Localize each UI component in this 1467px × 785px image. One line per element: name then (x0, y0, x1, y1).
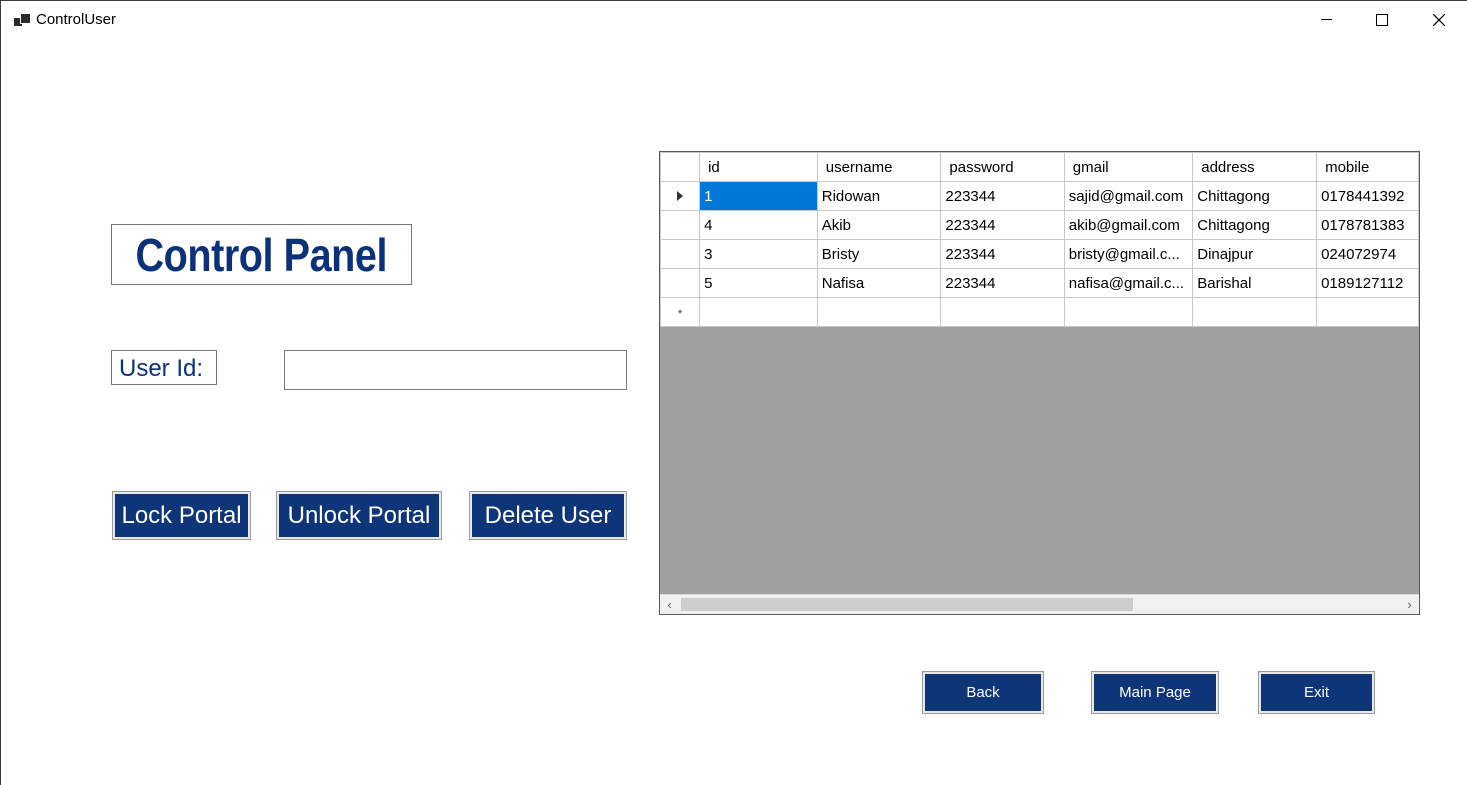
column-header-password[interactable]: password (940, 152, 1065, 182)
table-cell[interactable]: Chittagong (1192, 210, 1318, 240)
title-bar[interactable]: ControlUser (1, 1, 1467, 38)
new-row-cell[interactable] (1192, 297, 1318, 327)
table-cell[interactable]: 4 (699, 210, 818, 240)
new-row-cell[interactable] (1316, 297, 1419, 327)
back-button[interactable]: Back (922, 671, 1044, 714)
window-title: ControlUser (36, 11, 117, 28)
table-cell[interactable]: Nafisa (816, 268, 942, 298)
page-title: Control Panel (135, 228, 388, 281)
table-cell[interactable]: Chittagong (1192, 181, 1318, 211)
table-row[interactable]: 5 Nafisa 223344 nafisa@gmail.c... Barish… (660, 268, 1419, 298)
new-row-header[interactable]: * (660, 297, 701, 327)
table-cell[interactable]: 1 (699, 181, 818, 211)
users-table: id username password gmail address mobil… (660, 152, 1419, 327)
table-cell[interactable]: Ridowan (816, 181, 942, 211)
table-row[interactable]: 4 Akib 223344 akib@gmail.com Chittagong … (660, 210, 1419, 240)
app-window-icon (14, 12, 31, 28)
unlock-portal-label: Unlock Portal (279, 494, 439, 537)
new-row-cell[interactable] (940, 297, 1065, 327)
table-cell[interactable]: nafisa@gmail.c... (1063, 268, 1194, 298)
user-id-input[interactable] (284, 350, 627, 390)
main-page-label: Main Page (1094, 674, 1216, 711)
horizontal-scrollbar[interactable]: ‹ › (660, 594, 1419, 614)
table-cell[interactable]: Akib (816, 210, 942, 240)
table-cell[interactable]: 223344 (940, 210, 1065, 240)
table-cell[interactable]: Bristy (816, 239, 942, 269)
column-header-mobile[interactable]: mobile (1316, 152, 1419, 182)
new-row-cell[interactable] (816, 297, 942, 327)
lock-portal-label: Lock Portal (115, 494, 248, 537)
table-cell[interactable]: akib@gmail.com (1063, 210, 1194, 240)
table-cell[interactable]: 5 (699, 268, 818, 298)
user-id-label: User Id: (111, 350, 217, 385)
maximize-icon[interactable] (1354, 1, 1410, 38)
scrollbar-thumb[interactable] (681, 598, 1133, 611)
table-cell[interactable]: 0178781383 (1316, 210, 1419, 240)
exit-button[interactable]: Exit (1258, 671, 1375, 714)
table-cell[interactable]: 3 (699, 239, 818, 269)
minimize-icon[interactable] (1298, 1, 1354, 38)
exit-label: Exit (1261, 674, 1372, 711)
table-cell[interactable]: 024072974 (1316, 239, 1419, 269)
current-row-arrow-icon (677, 190, 684, 201)
row-header-current[interactable] (660, 181, 701, 211)
users-data-grid[interactable]: id username password gmail address mobil… (659, 151, 1420, 615)
table-row[interactable]: 3 Bristy 223344 bristy@gmail.c... Dinajp… (660, 239, 1419, 269)
unlock-portal-button[interactable]: Unlock Portal (276, 491, 442, 540)
table-cell[interactable]: 223344 (940, 181, 1065, 211)
column-header-gmail[interactable]: gmail (1063, 152, 1194, 182)
table-cell[interactable]: 0189127112 (1316, 268, 1419, 298)
new-row[interactable]: * (660, 297, 1419, 327)
header-row: id username password gmail address mobil… (660, 152, 1419, 182)
back-label: Back (925, 674, 1041, 711)
window-border-left (0, 0, 1, 785)
table-cell[interactable]: Dinajpur (1192, 239, 1318, 269)
column-header-address[interactable]: address (1192, 152, 1318, 182)
table-cell[interactable]: 223344 (940, 268, 1065, 298)
main-page-button[interactable]: Main Page (1091, 671, 1219, 714)
row-header[interactable] (660, 268, 701, 298)
table-cell[interactable]: 0178441392 (1316, 181, 1419, 211)
table-cell[interactable]: 223344 (940, 239, 1065, 269)
delete-user-button[interactable]: Delete User (469, 491, 627, 540)
row-header[interactable] (660, 210, 701, 240)
table-cell[interactable]: bristy@gmail.c... (1063, 239, 1194, 269)
new-row-marker: * (677, 307, 683, 320)
scroll-left-icon[interactable]: ‹ (660, 595, 679, 614)
close-icon[interactable] (1411, 1, 1467, 38)
delete-user-label: Delete User (472, 494, 624, 537)
row-header[interactable] (660, 239, 701, 269)
new-row-cell[interactable] (699, 297, 818, 327)
table-row[interactable]: 1 Ridowan 223344 sajid@gmail.com Chittag… (660, 181, 1419, 211)
table-cell[interactable]: Barishal (1192, 268, 1318, 298)
table-cell[interactable]: sajid@gmail.com (1063, 181, 1194, 211)
column-header-username[interactable]: username (816, 152, 942, 182)
lock-portal-button[interactable]: Lock Portal (112, 491, 251, 540)
column-header-id[interactable]: id (699, 152, 818, 182)
scroll-right-icon[interactable]: › (1400, 595, 1419, 614)
new-row-cell[interactable] (1063, 297, 1194, 327)
control-panel-header: Control Panel (111, 224, 412, 285)
corner-header-cell[interactable] (660, 152, 701, 182)
